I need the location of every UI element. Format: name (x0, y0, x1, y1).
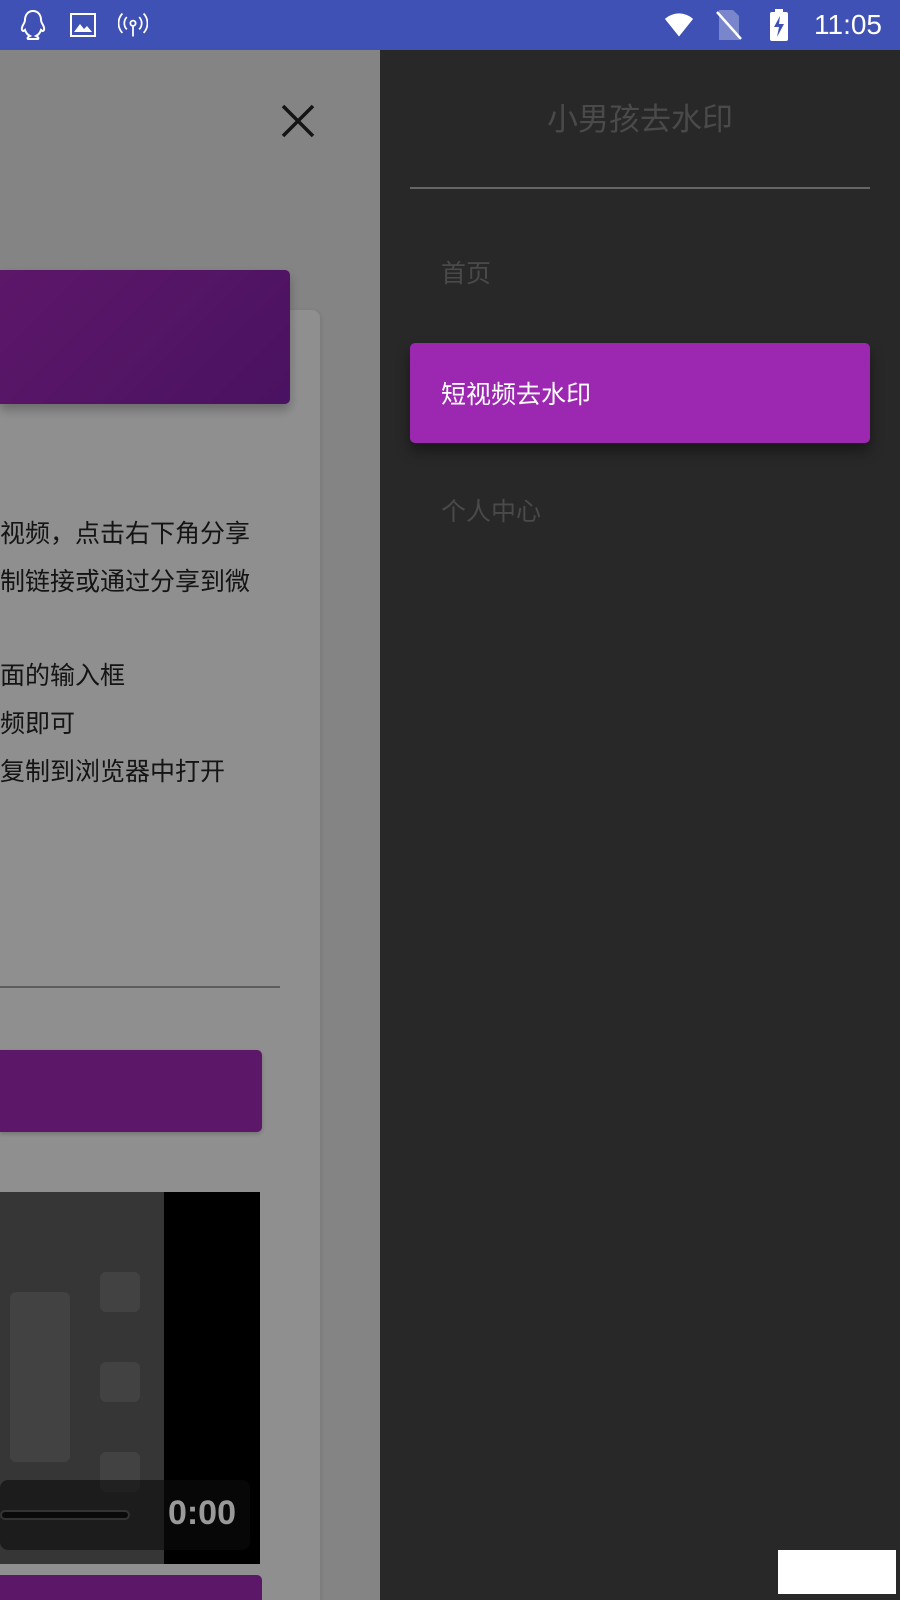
drawer-title: 小男孩去水印 (547, 102, 733, 138)
status-bar: 11:05 (0, 0, 900, 50)
battery-charging-icon (764, 9, 794, 41)
menu-item-home[interactable]: 首页 (410, 222, 870, 322)
hotspot-icon (118, 10, 148, 40)
overlay-rect (778, 1550, 896, 1594)
wifi-icon (664, 10, 694, 40)
drawer-divider (410, 187, 870, 189)
menu-item-label: 短视频去水印 (441, 380, 592, 409)
qq-icon (18, 9, 48, 40)
menu-item-label: 个人中心 (441, 497, 542, 526)
menu-item-watermark-remover[interactable]: 短视频去水印 (410, 343, 870, 443)
menu-item-profile[interactable]: 个人中心 (410, 460, 870, 560)
clock: 11:05 (814, 9, 882, 40)
drawer-scrim[interactable] (0, 50, 380, 1600)
navigation-drawer: 小男孩去水印 首页 短视频去水印 个人中心 (380, 50, 900, 1600)
menu-item-label: 首页 (441, 259, 492, 288)
no-sim-icon (714, 10, 744, 40)
image-icon (68, 10, 98, 40)
